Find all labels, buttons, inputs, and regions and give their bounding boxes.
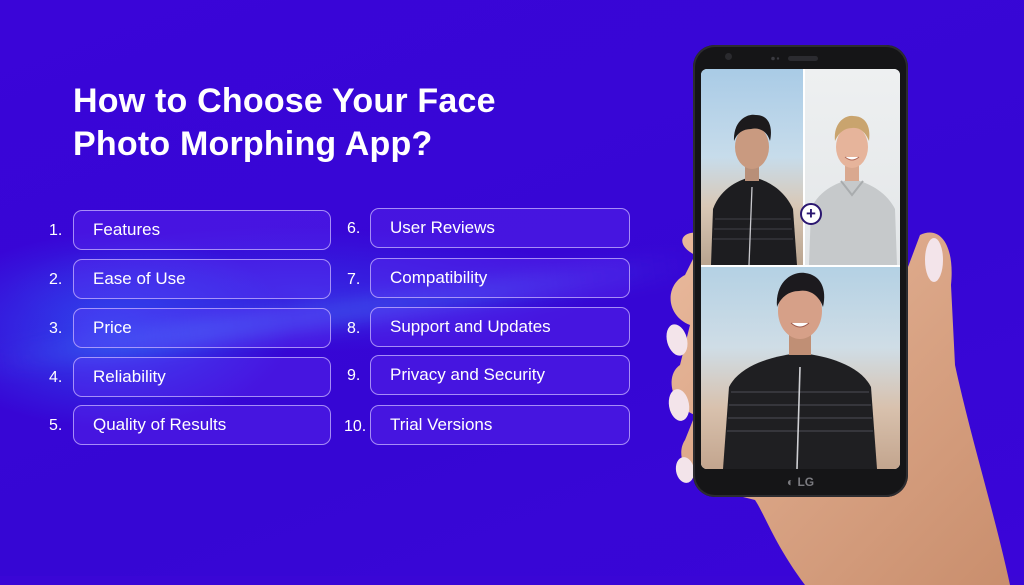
list-item-reliability: Reliability [73,357,331,397]
face-photo-1 [701,69,803,265]
item-label: Support and Updates [390,317,551,336]
brand-name: LG [797,475,815,489]
item-number: 6. [347,220,361,237]
item-number: 7. [347,271,361,288]
item-label: Price [93,318,132,337]
item-number: 9. [347,367,361,384]
phone-device: + ◐ LG [693,45,908,497]
list-item-user-reviews: User Reviews [370,208,630,248]
thumb-nail [925,238,943,282]
item-number: 10. [344,418,367,435]
item-number: 4. [49,369,63,386]
list-item-price: Price [73,308,331,348]
title-line-1: How to Choose Your Face [73,82,496,120]
sensor-icon [771,56,780,61]
list-item-privacy-and-security: Privacy and Security [370,355,630,395]
item-number: 8. [347,320,361,337]
item-label: Compatibility [390,268,488,287]
item-label: Trial Versions [390,415,493,434]
list-item-features: Features [73,210,331,250]
list-item-ease-of-use: Ease of Use [73,259,331,299]
item-label: Ease of Use [93,269,186,288]
list-item-compatibility: Compatibility [370,258,630,298]
item-label: User Reviews [390,218,495,237]
morphed-face-photo [701,267,900,469]
list-item-support-and-updates: Support and Updates [370,307,630,347]
item-label: Quality of Results [93,415,227,434]
front-camera-icon [725,53,732,60]
list-item-trial-versions: Trial Versions [370,405,630,445]
item-number: 5. [49,417,63,434]
face-photo-2 [805,69,900,265]
brand-logo: ◐ LG [786,475,815,489]
title-line-2: Photo Morphing App? [73,125,433,163]
list-item-quality-of-results: Quality of Results [73,405,331,445]
item-label: Features [93,220,161,239]
item-label: Reliability [93,367,166,386]
plus-icon: + [800,203,822,225]
item-label: Privacy and Security [390,365,545,384]
item-number: 2. [49,271,63,288]
item-number: 1. [49,222,63,239]
page-title: How to Choose Your Face Photo Morphing A… [73,80,496,166]
phone-screen: + [701,69,900,469]
speaker-grille [788,56,818,61]
item-number: 3. [49,320,63,337]
